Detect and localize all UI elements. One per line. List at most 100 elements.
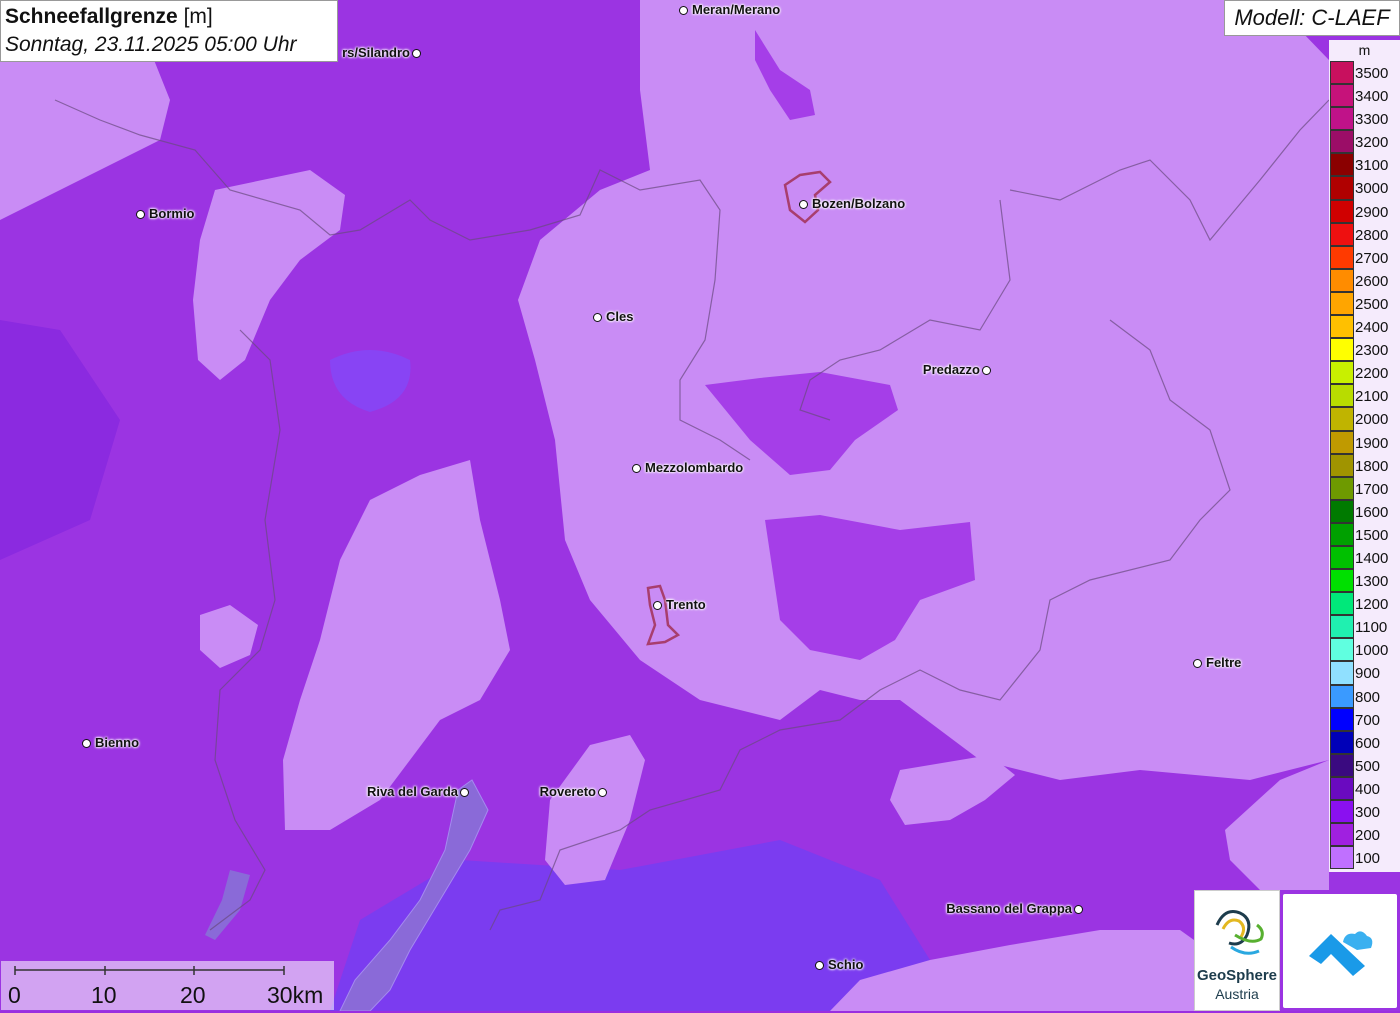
city-label: Schio xyxy=(828,957,864,972)
legend-row: 2300 xyxy=(1329,338,1400,362)
legend-row: 1700 xyxy=(1329,476,1400,500)
legend-row: 2800 xyxy=(1329,222,1400,246)
legend-row: 1600 xyxy=(1329,499,1400,523)
legend-value: 1700 xyxy=(1355,480,1389,498)
scale-label-20: 20 xyxy=(180,982,206,1008)
city-label: rs/Silandro xyxy=(342,45,410,60)
legend-swatch xyxy=(1330,199,1354,223)
legend-value: 1800 xyxy=(1355,457,1389,475)
title-main: Schneefallgrenze xyxy=(5,5,178,28)
city-label: Bienno xyxy=(95,735,140,750)
legend-row: 3100 xyxy=(1329,153,1400,177)
city-label: Cles xyxy=(606,309,634,324)
legend-value: 2300 xyxy=(1355,342,1389,360)
legend-value: 3300 xyxy=(1355,111,1389,129)
city-marker xyxy=(815,961,824,970)
snowfall-limit-map[interactable] xyxy=(0,0,1400,1011)
legend-row: 3300 xyxy=(1329,107,1400,131)
legend-swatch xyxy=(1330,499,1354,523)
legend-swatch xyxy=(1330,84,1354,108)
legend-value: 2200 xyxy=(1355,365,1389,383)
legend-value: 2100 xyxy=(1355,388,1389,406)
legend-swatch xyxy=(1330,569,1354,593)
legend-swatch xyxy=(1330,545,1354,570)
scale-label-30km: 30km xyxy=(267,982,324,1008)
legend-row: 3000 xyxy=(1329,176,1400,200)
city-marker xyxy=(1193,659,1202,668)
color-legend: m 3500 3400 3300 3200 3100 3000 2900 2800 2700 26… xyxy=(1329,40,1400,872)
legend-row: 600 xyxy=(1329,730,1400,754)
city-label: Bormio xyxy=(149,206,195,221)
legend-value: 1900 xyxy=(1355,434,1389,452)
legend-swatch xyxy=(1330,592,1354,616)
legend-value: 300 xyxy=(1355,804,1381,821)
legend-value: 2900 xyxy=(1355,203,1389,221)
legend-swatch xyxy=(1330,615,1354,639)
legend-swatch xyxy=(1330,176,1354,200)
city-marker xyxy=(653,601,662,610)
legend-value: 800 xyxy=(1355,688,1381,706)
legend-swatch xyxy=(1330,407,1354,431)
legend-row: 800 xyxy=(1329,684,1400,708)
legend-row: 200 xyxy=(1329,823,1400,847)
legend-unit: m xyxy=(1358,42,1371,58)
legend-row: 900 xyxy=(1329,661,1400,685)
title-unit: [m] xyxy=(183,5,213,28)
legend-value: 3000 xyxy=(1355,180,1389,198)
scale-label-10: 10 xyxy=(91,982,117,1008)
legend-row: 300 xyxy=(1329,800,1400,824)
legend-row: 700 xyxy=(1329,707,1400,731)
legend-value: 2700 xyxy=(1355,249,1389,267)
city-marker xyxy=(460,788,469,797)
legend-swatch xyxy=(1330,291,1354,316)
legend-row: 3400 xyxy=(1329,84,1400,108)
legend-row: 400 xyxy=(1329,776,1400,800)
app-logo[interactable] xyxy=(1283,894,1397,1008)
legend-row: 2100 xyxy=(1329,384,1400,408)
legend-value: 900 xyxy=(1355,665,1381,683)
legend-rows: 3500 3400 3300 3200 3100 3000 2900 2800 2700 2600… xyxy=(1329,61,1400,870)
legend-value: 700 xyxy=(1355,711,1381,729)
legend-row: 2200 xyxy=(1329,361,1400,385)
legend-value: 2600 xyxy=(1355,272,1389,290)
city-marker xyxy=(136,210,145,219)
legend-row: 1800 xyxy=(1329,453,1400,477)
legend-row: 500 xyxy=(1329,753,1400,777)
legend-value: 3500 xyxy=(1355,65,1389,82)
legend-swatch xyxy=(1330,315,1354,339)
legend-row: 2500 xyxy=(1329,291,1400,316)
legend-swatch xyxy=(1330,245,1354,269)
legend-row: 2400 xyxy=(1329,315,1400,339)
legend-value: 500 xyxy=(1355,757,1381,775)
geosphere-swirl-icon xyxy=(1215,910,1264,955)
legend-swatch xyxy=(1330,684,1354,708)
legend-value: 3200 xyxy=(1355,134,1389,152)
legend-swatch xyxy=(1330,384,1354,408)
legend-row: 1500 xyxy=(1329,522,1400,546)
legend-swatch xyxy=(1330,846,1354,870)
city-marker xyxy=(412,49,421,58)
legend-value: 1500 xyxy=(1355,526,1389,544)
legend-swatch xyxy=(1330,107,1354,131)
legend-row: 1300 xyxy=(1329,569,1400,593)
legend-row: 1000 xyxy=(1329,638,1400,662)
legend-swatch xyxy=(1330,661,1354,685)
geosphere-logo[interactable]: GeoSphere Austria xyxy=(1194,890,1280,1011)
legend-swatch xyxy=(1330,222,1354,246)
city-marker xyxy=(1074,905,1083,914)
legend-row: 3200 xyxy=(1329,130,1400,154)
legend-row: 2000 xyxy=(1329,407,1400,431)
scale-bar: 0 10 20 30km xyxy=(1,961,334,1010)
legend-row: 1100 xyxy=(1329,615,1400,639)
logo-sub: Austria xyxy=(1215,986,1259,1002)
city-marker xyxy=(799,200,808,209)
legend-value: 600 xyxy=(1355,734,1381,752)
legend-row: 1400 xyxy=(1329,545,1400,570)
city-marker xyxy=(593,313,602,322)
legend-value: 200 xyxy=(1355,827,1381,845)
legend-row: 2700 xyxy=(1329,245,1400,269)
legend-value: 1300 xyxy=(1355,573,1389,591)
logo-name: GeoSphere xyxy=(1196,967,1278,984)
title-box: Schneefallgrenze [m] Sonntag, 23.11.2025… xyxy=(0,0,338,62)
city-label: Riva del Garda xyxy=(366,784,458,799)
